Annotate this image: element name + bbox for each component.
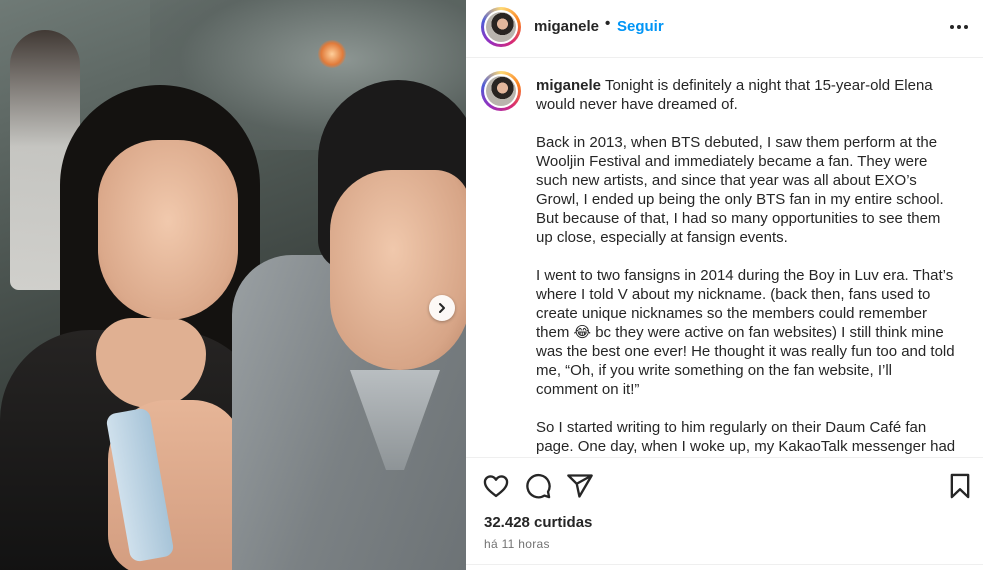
more-options-icon[interactable]: [946, 16, 972, 38]
avatar-image: [486, 76, 516, 106]
post-timestamp[interactable]: há 11 horas: [484, 537, 550, 551]
photo-light: [318, 40, 346, 68]
caption-paragraph: miganele Tonight is definitely a night t…: [536, 76, 956, 114]
share-button[interactable]: [566, 472, 594, 500]
chevron-right-icon: [439, 303, 445, 313]
photo-man-face: [330, 170, 466, 370]
heart-icon: [483, 475, 509, 498]
divider: [466, 457, 983, 458]
caption-paragraph: So I started writing to him regularly on…: [536, 419, 956, 455]
caption-username-link[interactable]: miganele: [536, 77, 601, 94]
avatar[interactable]: [481, 7, 521, 47]
share-icon: [567, 474, 593, 498]
follow-button[interactable]: Seguir: [617, 18, 664, 35]
likes-count[interactable]: 32.428 curtidas: [484, 514, 592, 531]
separator-dot: •: [605, 15, 611, 32]
caption-avatar[interactable]: [481, 71, 521, 111]
post-header: miganele • Seguir: [466, 0, 983, 58]
next-photo-button[interactable]: [429, 295, 455, 321]
caption-paragraph: Back in 2013, when BTS debuted, I saw th…: [536, 134, 944, 246]
caption-section: miganele Tonight is definitely a night t…: [466, 59, 983, 457]
divider: [466, 564, 983, 565]
post-photo[interactable]: [0, 0, 466, 570]
action-bar: [466, 468, 983, 504]
post-details-panel: miganele • Seguir miganele Tonight is de…: [466, 0, 983, 570]
username-link[interactable]: miganele: [534, 18, 599, 35]
photo-woman-face: [98, 140, 238, 320]
caption-paragraph: I went to two fansigns in 2014 during th…: [536, 267, 955, 398]
post-caption: miganele Tonight is definitely a night t…: [536, 76, 956, 457]
comment-icon: [526, 473, 551, 499]
avatar-image: [486, 12, 516, 42]
save-button[interactable]: [946, 472, 974, 500]
like-button[interactable]: [482, 472, 510, 500]
comment-button[interactable]: [524, 472, 552, 500]
bookmark-icon: [950, 473, 970, 499]
